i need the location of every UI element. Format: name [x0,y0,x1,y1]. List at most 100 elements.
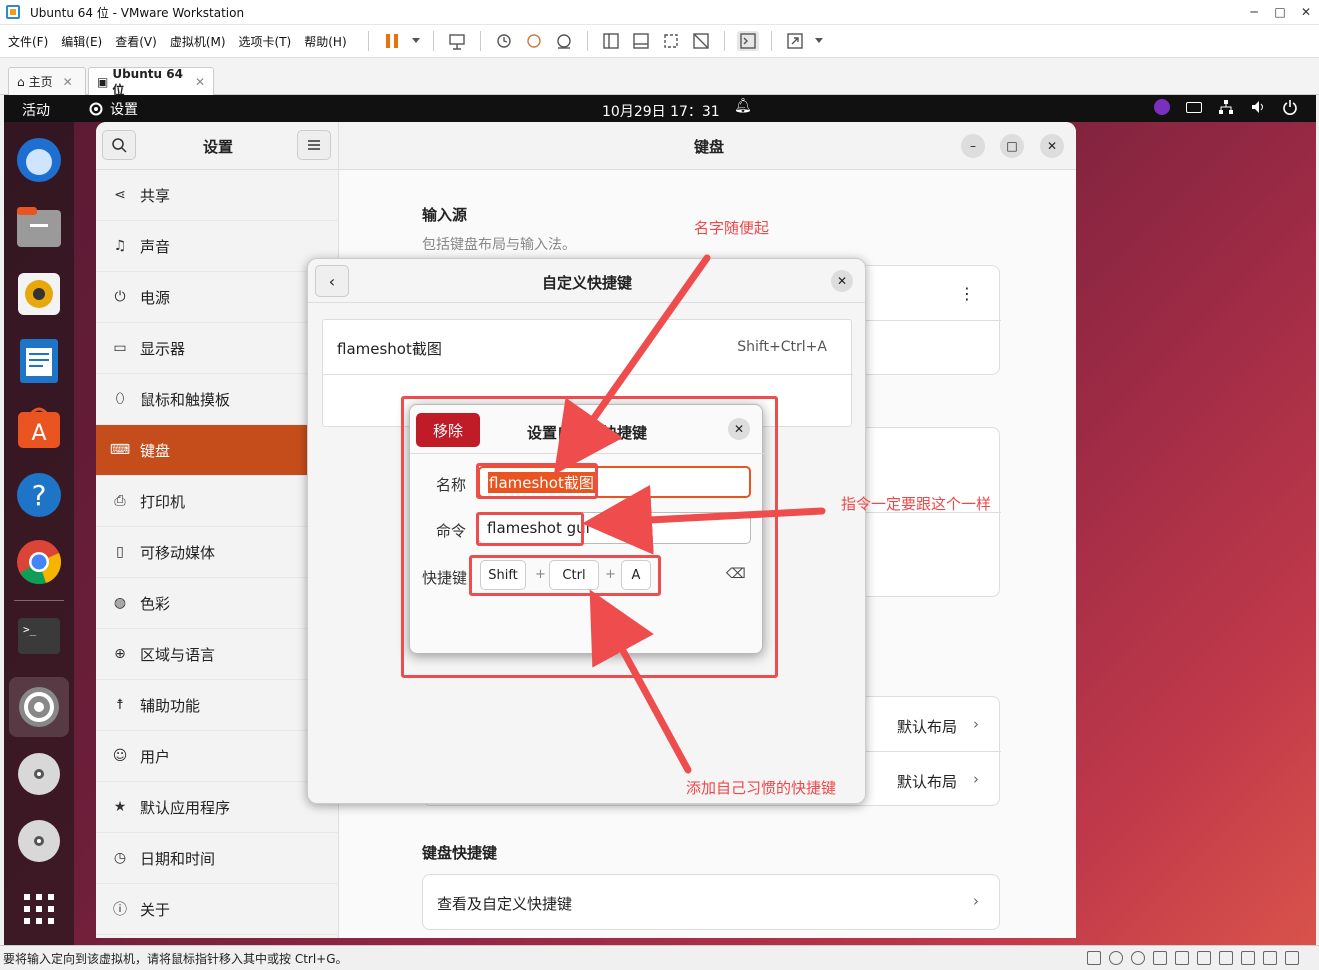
ubuntu-software-icon[interactable]: A [14,403,64,453]
printer-icon[interactable] [1241,951,1255,965]
menu-view[interactable]: 查看(V) [115,33,157,50]
sidebar-item-users[interactable]: ☺ 用户 [96,731,338,782]
sidebar-toggle-icon[interactable] [600,31,622,51]
toolbar-separator [479,31,481,51]
toolbar-separator [770,31,772,51]
network-adapter-icon[interactable] [1175,951,1189,965]
menu-tabs[interactable]: 选项卡(T) [239,33,292,50]
dock-separator [14,600,64,601]
volume-icon[interactable] [1250,99,1266,115]
chevron-down-icon[interactable] [814,31,824,51]
flameshot-tray-icon[interactable] [1154,99,1170,115]
sidebar-item-label: 鼠标和触摸板 [140,390,231,409]
activities-button[interactable]: 活动 [22,100,50,120]
minimize-button[interactable]: ─ [1241,5,1267,19]
backspace-icon[interactable]: ⌫ [726,566,746,582]
view-shortcuts-row[interactable]: 查看及自定义快捷键 › [422,874,1000,930]
power-icon[interactable] [1282,99,1298,115]
maximize-icon[interactable]: □ [1000,134,1024,158]
network-icon[interactable] [1218,99,1234,115]
sidebar-item-mouse[interactable]: ⬯ 鼠标和触摸板 [96,374,338,425]
hard-disk-icon[interactable] [1087,951,1101,965]
menu-edit[interactable]: 编辑(E) [61,33,102,50]
keyboard-indicator-icon[interactable] [1186,102,1202,113]
chrome-icon[interactable] [14,537,64,587]
sidebar-item-label: 打印机 [140,492,186,511]
pause-icon[interactable] [381,31,403,51]
messages-icon[interactable] [1285,951,1299,965]
notification-bell-icon: 🔔︎ [734,98,752,114]
show-apps-grid-icon[interactable] [14,884,64,934]
thunderbird-icon[interactable] [14,135,64,185]
hamburger-menu-icon[interactable] [297,130,331,160]
tab-home[interactable]: ⌂ 主页 ✕ [8,67,86,95]
system-tray[interactable] [1154,99,1298,115]
app-menu[interactable]: 设置 [88,99,138,119]
sound-card-icon[interactable] [1219,951,1233,965]
sidebar-item-about[interactable]: ⓘ 关于 [96,884,338,935]
sidebar-item-default-apps[interactable]: ★ 默认应用程序 [96,782,338,833]
keyboard-icon: ⌨ [109,442,131,458]
sidebar-item-keyboard[interactable]: ⌨ 键盘 [96,425,338,476]
close-icon[interactable]: ✕ [728,418,750,440]
console-view-icon[interactable] [736,31,759,51]
back-button[interactable]: ‹ [315,265,349,297]
tab-ubuntu[interactable]: ▣ Ubuntu 64 位 ✕ [88,67,214,97]
revert-snapshot-icon[interactable] [523,31,545,51]
close-icon[interactable]: ✕ [1040,134,1064,158]
close-icon[interactable]: ✕ [831,270,853,292]
sidebar-item-color[interactable]: ◍ 色彩 [96,578,338,629]
search-icon[interactable] [102,130,136,160]
cd-dvd-icon[interactable] [1131,951,1145,965]
close-tab-icon[interactable]: ✕ [195,75,205,89]
default-layout-value[interactable]: 默认布局 [897,771,957,792]
sidebar-item-displays[interactable]: ▭ 显示器 [96,323,338,374]
maximize-button[interactable]: □ [1267,5,1293,19]
sidebar-item-label: 显示器 [140,339,186,358]
thumbnail-bar-icon[interactable] [630,31,652,51]
send-ctrl-alt-del-icon[interactable] [446,31,468,51]
files-icon[interactable] [14,202,64,252]
full-screen-icon[interactable] [660,31,682,51]
stretch-view-icon[interactable] [784,31,806,51]
snapshot-icon[interactable] [493,31,515,51]
close-window-button[interactable]: ✕ [1293,5,1319,19]
svg-text:A: A [31,421,46,446]
custom-shortcut-row[interactable]: flameshot截图 Shift+Ctrl+A [323,320,853,375]
usb-icon[interactable] [1197,951,1211,965]
close-tab-icon[interactable]: ✕ [63,75,73,89]
name-field[interactable]: flameshot截图 [478,466,751,498]
help-icon[interactable]: ? [14,470,64,520]
sidebar-item-power[interactable]: ⏻ 电源 [96,272,338,323]
chevron-down-icon[interactable] [411,31,421,51]
sidebar-item-removable-media[interactable]: ▯ 可移动媒体 [96,527,338,578]
sidebar-item-sound[interactable]: ♫ 声音 [96,221,338,272]
menu-file[interactable]: 文件(F) [8,33,48,50]
kebab-menu-icon[interactable]: ⋮ [959,284,975,303]
sidebar-item-accessibility[interactable]: ☨ 辅助功能 [96,680,338,731]
libreoffice-writer-icon[interactable] [14,336,64,386]
minimize-icon[interactable]: – [961,134,985,158]
clock[interactable]: 10月29日 17：31 [602,101,720,121]
default-layout-value[interactable]: 默认布局 [897,716,957,737]
sidebar-item-printers[interactable]: ⎙ 打印机 [96,476,338,527]
cd-dvd-icon[interactable] [1109,951,1123,965]
menu-help[interactable]: 帮助(H) [304,33,346,50]
display-icon[interactable] [1263,951,1277,965]
snapshot-manager-icon[interactable] [553,31,575,51]
disc-icon[interactable] [14,816,64,866]
sidebar-item-sharing[interactable]: ⋖ 共享 [96,170,338,221]
app-name: 设置 [110,102,138,118]
unity-mode-icon[interactable] [690,31,712,51]
menu-vm[interactable]: 虚拟机(M) [170,33,226,50]
floppy-icon[interactable] [1153,951,1167,965]
remove-button[interactable]: 移除 [416,413,480,447]
rhythmbox-icon[interactable] [14,269,64,319]
sidebar-item-date-time[interactable]: ◷ 日期和时间 [96,833,338,884]
sidebar-item-region[interactable]: ⊕ 区域与语言 [96,629,338,680]
toolbar-separator [432,31,434,51]
disc-icon[interactable] [14,749,64,799]
command-field[interactable]: flameshot gui [478,512,751,544]
terminal-icon[interactable]: >_ [14,611,64,661]
settings-app-icon[interactable] [9,677,69,737]
